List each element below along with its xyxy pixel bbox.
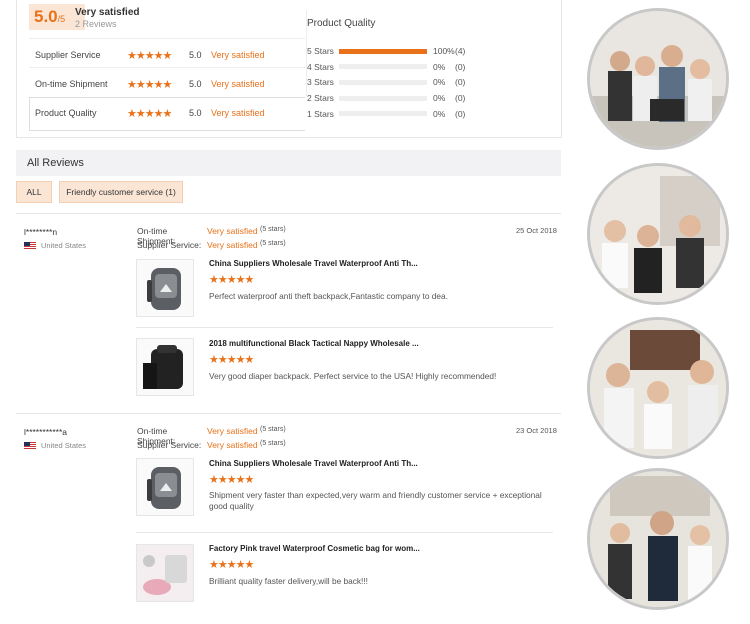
category-name: Product Quality [35,108,97,118]
review-count: 2 Reviews [75,19,117,29]
team-photo [587,317,729,459]
meta-label: Supplier Service: [137,240,202,250]
category-score: 5.0 [189,50,202,60]
rating-bar-track [339,111,427,117]
rating-bar-count: (0) [455,61,466,72]
item-star-rating: ★★★★★ [209,274,254,286]
rating-bar-count: (4) [455,46,466,56]
category-desc: Very satisfied [211,79,265,89]
divider [29,67,305,68]
product-title-link[interactable]: 2018 multifunctional Black Tactical Napp… [209,339,419,348]
rating-bar-percent: 100% [433,46,455,56]
category-supplier-service[interactable]: Supplier Service ★★★★★ 5.0 Very satisfie… [35,45,265,65]
product-thumbnail[interactable] [136,338,194,396]
star-rating: ★★★★★ [127,107,172,120]
team-photo [587,163,729,305]
item-star-rating: ★★★★★ [209,474,254,486]
divider [16,213,561,214]
filter-all-button[interactable]: ALL [16,181,52,203]
team-photo [587,468,729,610]
rating-bar-count: (0) [455,108,466,119]
team-photo [587,8,729,150]
item-star-rating: ★★★★★ [209,354,254,366]
review-comment: Perfect waterproof anti theft backpack,F… [209,291,448,301]
rating-bar-count: (0) [455,93,466,104]
country-name: United States [41,441,87,450]
reviewer-name: l********n [24,227,58,237]
category-product-quality[interactable]: Product Quality ★★★★★ 5.0 Very satisfied [35,103,265,123]
reviewer-country: United States [24,241,86,250]
meta-label: Supplier Service: [137,440,202,450]
reviewer-name: l***********a [24,427,68,437]
rating-bar-track [339,79,427,85]
rating-bar-label: 5 Stars [307,46,334,56]
product-thumbnail[interactable] [136,544,194,602]
star-rating: ★★★★★ [127,49,172,62]
review-comment: Brilliant quality faster delivery,will b… [209,576,368,586]
review-comment: Very good diaper backpack. Perfect servi… [209,371,497,381]
category-desc: Very satisfied [211,50,265,60]
rating-bar-label: 2 Stars [307,93,334,104]
product-thumbnail[interactable] [136,259,194,317]
overall-label: Very satisfied [75,7,140,18]
item-star-rating: ★★★★★ [209,559,254,571]
rating-bar-row[interactable]: 1 Stars 0% (0) [307,107,465,121]
rating-bar-track [339,95,427,101]
category-name: On-time Shipment [35,79,108,89]
category-name: Supplier Service [35,50,101,60]
country-name: United States [41,241,87,250]
divider [16,413,561,414]
rating-bar-count: (0) [455,77,466,88]
product-title-link[interactable]: China Suppliers Wholesale Travel Waterpr… [209,459,418,468]
rating-bar-track [339,64,427,70]
rating-bar-fill [339,48,427,54]
category-score: 5.0 [189,108,202,118]
divider [136,532,553,533]
filter-friendly-service-button[interactable]: Friendly customer service (1) [59,181,183,203]
service-rating: Supplier Service: Very satisfied (5 stars) [137,240,286,250]
meta-value: Very satisfied [207,440,258,450]
product-title-link[interactable]: China Suppliers Wholesale Travel Waterpr… [209,259,418,268]
rating-bar-row[interactable]: 5 Stars 100% (4) [307,44,465,58]
category-ontime-shipment[interactable]: On-time Shipment ★★★★★ 5.0 Very satisfie… [35,74,265,94]
rating-bar-percent: 0% [433,61,446,72]
us-flag-icon [24,441,36,450]
review-comment: Shipment very faster than expected,very … [209,490,542,511]
meta-stars: (5 stars) [260,240,286,247]
rating-bar-percent: 0% [433,77,446,88]
rating-bar-label: 4 Stars [307,61,334,72]
reviewer-country: United States [24,441,86,450]
divider [29,38,305,39]
star-rating: ★★★★★ [127,78,172,91]
meta-value: Very satisfied [207,240,258,250]
rating-bar-percent: 0% [433,108,446,119]
rating-bar-label: 1 Stars [307,108,334,119]
product-thumbnail[interactable] [136,458,194,516]
review-date: 23 Oct 2018 [516,426,557,435]
service-rating: Supplier Service: Very satisfied (5 stars) [137,440,286,450]
divider [136,327,553,328]
rating-bar-track [339,48,427,54]
rating-bar-row[interactable]: 4 Stars 0% (0) [307,60,465,74]
review-date: 25 Oct 2018 [516,226,557,235]
meta-stars: (5 stars) [260,440,286,447]
rating-bar-percent: 0% [433,93,446,104]
rating-summary: 5.0/5 Very satisfied 2 Reviews Supplier … [16,0,562,138]
product-title-link[interactable]: Factory Pink travel Waterproof Cosmetic … [209,544,420,553]
rating-bar-row[interactable]: 3 Stars 0% (0) [307,75,465,89]
overall-score-scale: /5 [57,14,66,24]
all-reviews-header: All Reviews [16,150,561,176]
category-score: 5.0 [189,79,202,89]
rating-bar-row[interactable]: 2 Stars 0% (0) [307,91,465,105]
rating-bar-label: 3 Stars [307,77,334,88]
overall-score: 5.0 [34,7,58,26]
product-quality-title: Product Quality [307,18,376,29]
category-desc: Very satisfied [211,108,265,118]
us-flag-icon [24,241,36,250]
